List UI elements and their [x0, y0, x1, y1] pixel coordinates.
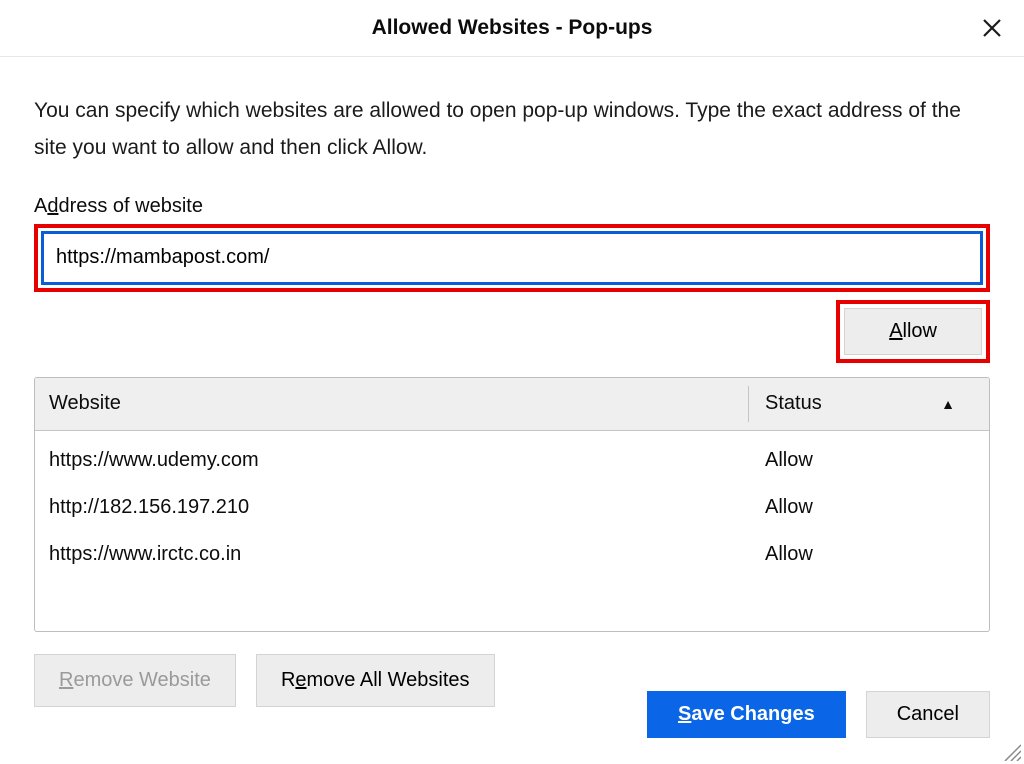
titlebar: Allowed Websites - Pop-ups: [0, 0, 1024, 57]
table-row[interactable]: https://www.udemy.comAllow: [35, 437, 989, 484]
close-icon[interactable]: [978, 14, 1006, 42]
allow-button-highlight: Allow: [836, 300, 990, 363]
address-label: Address of website: [34, 195, 990, 218]
save-changes-button[interactable]: Save Changes: [647, 691, 846, 738]
sort-arrow-icon: ▲: [941, 396, 955, 412]
cell-website: https://www.irctc.co.in: [49, 543, 749, 566]
dialog-content: You can specify which websites are allow…: [0, 57, 1024, 707]
remove-all-websites-button[interactable]: Remove All Websites: [256, 654, 495, 707]
popup-exceptions-dialog: Allowed Websites - Pop-ups You can speci…: [0, 0, 1024, 764]
exceptions-table: Website Status ▲ https://www.udemy.comAl…: [34, 377, 990, 632]
table-body: https://www.udemy.comAllowhttp://182.156…: [35, 431, 989, 631]
remove-website-button[interactable]: Remove Website: [34, 654, 236, 707]
table-row[interactable]: https://www.irctc.co.inAllow: [35, 531, 989, 578]
dialog-footer: Save Changes Cancel: [647, 691, 990, 738]
cell-status: Allow: [749, 496, 975, 519]
address-input-highlight: [34, 224, 990, 292]
dialog-title: Allowed Websites - Pop-ups: [372, 16, 653, 40]
cell-status: Allow: [749, 543, 975, 566]
allow-button-row: Allow: [34, 300, 990, 363]
table-header: Website Status ▲: [35, 378, 989, 431]
allow-button[interactable]: Allow: [844, 308, 982, 355]
address-input[interactable]: [41, 231, 983, 285]
cancel-button[interactable]: Cancel: [866, 691, 990, 738]
col-website-header[interactable]: Website: [49, 392, 748, 415]
cell-website: http://182.156.197.210: [49, 496, 749, 519]
cell-website: https://www.udemy.com: [49, 449, 749, 472]
resize-grip-icon[interactable]: [1001, 741, 1021, 761]
cell-status: Allow: [749, 449, 975, 472]
intro-text: You can specify which websites are allow…: [34, 93, 990, 167]
table-row[interactable]: http://182.156.197.210Allow: [35, 484, 989, 531]
col-status-header[interactable]: Status ▲: [748, 386, 975, 422]
